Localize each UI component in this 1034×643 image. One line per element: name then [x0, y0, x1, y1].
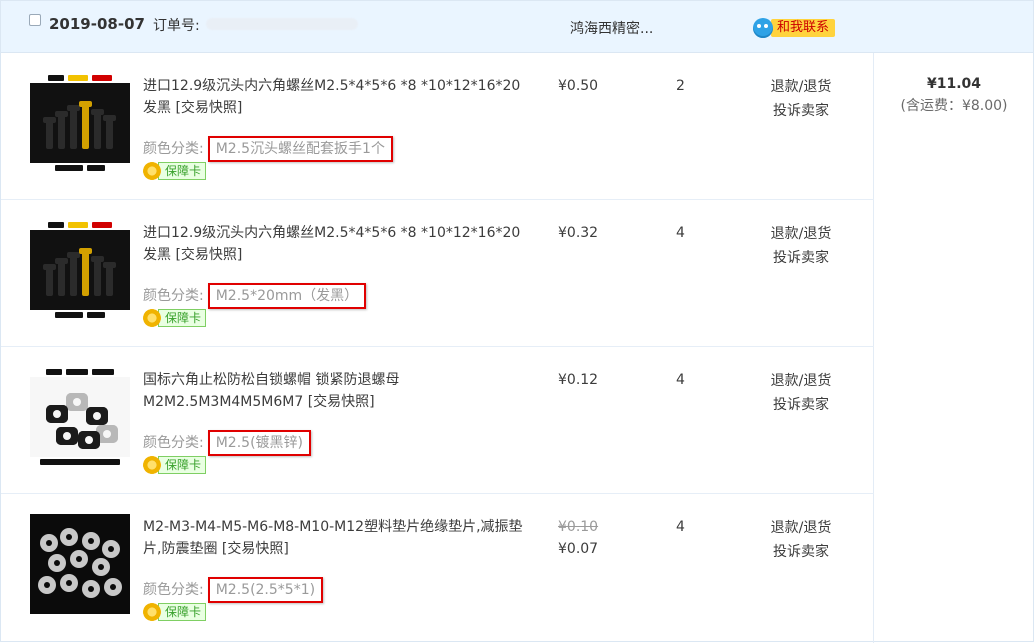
guarantee-card-label: 保障卡 [158, 309, 207, 327]
guarantee-card-badge[interactable]: 保障卡 [143, 603, 207, 621]
quantity-value: 2 [676, 78, 685, 94]
product-title: M2-M3-M4-M5-M6-M8-M10-M12塑料垫片绝缘垫片,减振垫片,防… [143, 519, 523, 557]
sku-value-highlighted: M2.5沉头螺丝配套扳手1个 [207, 136, 393, 162]
sku-value-highlighted: M2.5(2.5*5*1) [207, 577, 324, 603]
order-item-row: 进口12.9级沉头内六角螺丝M2.5*4*5*6 *8 *10*12*16*20… [1, 200, 874, 347]
product-thumbnail[interactable] [30, 220, 130, 320]
product-title-link[interactable]: 国标六角止松防松自锁螺帽 锁紧防退螺母M2M2.5M3M4M5M6M7 [交易快… [143, 369, 523, 413]
unit-price: ¥0.12 [558, 369, 628, 391]
seller-name-link[interactable]: 鸿海西精密... [570, 18, 653, 38]
sku-info: 颜色分类: M2.5(镀黑锌) [143, 430, 311, 456]
trade-snapshot-link[interactable]: [交易快照] [308, 394, 375, 410]
thumbnail-top-band [30, 73, 130, 83]
order-item-row: 进口12.9级沉头内六角螺丝M2.5*4*5*6 *8 *10*12*16*20… [1, 53, 874, 200]
refund-return-link[interactable]: 退款/退货 [758, 222, 844, 246]
sku-info: 颜色分类: M2.5(2.5*5*1) [143, 577, 324, 603]
unit-price: ¥0.10 ¥0.07 [558, 516, 628, 560]
order-total-column: ¥11.04 (含运费：¥8.00) [875, 53, 1033, 116]
guarantee-card-label: 保障卡 [158, 456, 207, 474]
unit-price-value: ¥0.50 [558, 78, 599, 94]
thumbnail-top-band [30, 367, 130, 377]
order-select-checkbox[interactable] [29, 14, 41, 26]
order-item-row: 国标六角止松防松自锁螺帽 锁紧防退螺母M2M2.5M3M4M5M6M7 [交易快… [1, 347, 874, 494]
product-thumbnail[interactable] [30, 367, 130, 467]
order-header: 2019-08-07 订单号: 鸿海西精密... 和我联系 [1, 1, 1033, 53]
item-actions: 退款/退货 投诉卖家 [758, 222, 844, 270]
item-actions: 退款/退货 投诉卖家 [758, 516, 844, 564]
order-number-label: 订单号: [153, 18, 200, 34]
thumbnail-bottom-band [30, 457, 130, 467]
guarantee-flower-icon [143, 603, 161, 621]
sku-value-highlighted: M2.5(镀黑锌) [207, 430, 311, 456]
contact-seller-button[interactable]: 和我联系 [753, 18, 836, 38]
quantity-value: 4 [676, 519, 685, 535]
product-thumbnail[interactable] [30, 73, 130, 173]
trade-snapshot-link[interactable]: [交易快照] [175, 100, 242, 116]
guarantee-card-label: 保障卡 [158, 603, 207, 621]
product-title-link[interactable]: 进口12.9级沉头内六角螺丝M2.5*4*5*6 *8 *10*12*16*20… [143, 75, 523, 119]
product-title-link[interactable]: 进口12.9级沉头内六角螺丝M2.5*4*5*6 *8 *10*12*16*20… [143, 222, 523, 266]
item-actions: 退款/退货 投诉卖家 [758, 75, 844, 123]
thumbnail-bottom-band [30, 163, 130, 173]
quantity-value: 4 [676, 372, 685, 388]
complain-seller-link[interactable]: 投诉卖家 [758, 246, 844, 270]
product-title-link[interactable]: M2-M3-M4-M5-M6-M8-M10-M12塑料垫片绝缘垫片,减振垫片,防… [143, 516, 523, 560]
thumbnail-top-band [30, 220, 130, 230]
order-card: 2019-08-07 订单号: 鸿海西精密... 和我联系 进口12.9级沉头内… [0, 0, 1034, 643]
unit-price: ¥0.50 [558, 75, 628, 97]
guarantee-card-label: 保障卡 [158, 162, 207, 180]
sku-value-highlighted: M2.5*20mm（发黑） [207, 283, 367, 309]
sku-label: 颜色分类: [143, 435, 204, 451]
trade-snapshot-link[interactable]: [交易快照] [175, 247, 242, 263]
refund-return-link[interactable]: 退款/退货 [758, 75, 844, 99]
product-thumbnail[interactable] [30, 514, 130, 614]
sku-label: 颜色分类: [143, 288, 204, 304]
sku-info: 颜色分类: M2.5沉头螺丝配套扳手1个 [143, 136, 393, 162]
sku-info: 颜色分类: M2.5*20mm（发黑） [143, 283, 367, 309]
thumbnail-bottom-band [30, 310, 130, 320]
unit-price-value: ¥0.32 [558, 225, 599, 241]
lock-nuts-thumbnail [30, 367, 130, 467]
guarantee-card-badge[interactable]: 保障卡 [143, 456, 207, 474]
trade-snapshot-link[interactable]: [交易快照] [222, 541, 289, 557]
hex-screws-thumbnail [36, 238, 124, 306]
guarantee-card-badge[interactable]: 保障卡 [143, 162, 207, 180]
guarantee-flower-icon [143, 162, 161, 180]
order-item-row: M2-M3-M4-M5-M6-M8-M10-M12塑料垫片绝缘垫片,减振垫片,防… [1, 494, 874, 641]
order-date: 2019-08-07 [49, 15, 145, 33]
complain-seller-link[interactable]: 投诉卖家 [758, 99, 844, 123]
unit-price-value: ¥0.12 [558, 372, 599, 388]
order-number-redacted [206, 18, 358, 30]
guarantee-flower-icon [143, 456, 161, 474]
order-total-amount: ¥11.04 [926, 76, 982, 92]
refund-return-link[interactable]: 退款/退货 [758, 369, 844, 393]
complain-seller-link[interactable]: 投诉卖家 [758, 393, 844, 417]
complain-seller-link[interactable]: 投诉卖家 [758, 540, 844, 564]
unit-price: ¥0.32 [558, 222, 628, 244]
wangwang-chat-icon [753, 18, 773, 38]
guarantee-flower-icon [143, 309, 161, 327]
refund-return-link[interactable]: 退款/退货 [758, 516, 844, 540]
sku-label: 颜色分类: [143, 141, 204, 157]
original-price: ¥0.10 [558, 519, 599, 535]
contact-seller-label: 和我联系 [771, 19, 836, 37]
item-actions: 退款/退货 投诉卖家 [758, 369, 844, 417]
unit-price-value: ¥0.07 [558, 541, 599, 557]
plastic-washers-thumbnail [30, 514, 130, 614]
shipping-fee-note: (含运费：¥8.00) [900, 98, 1008, 114]
quantity-value: 4 [676, 225, 685, 241]
hex-screws-thumbnail [36, 91, 124, 159]
sku-label: 颜色分类: [143, 582, 204, 598]
guarantee-card-badge[interactable]: 保障卡 [143, 309, 207, 327]
